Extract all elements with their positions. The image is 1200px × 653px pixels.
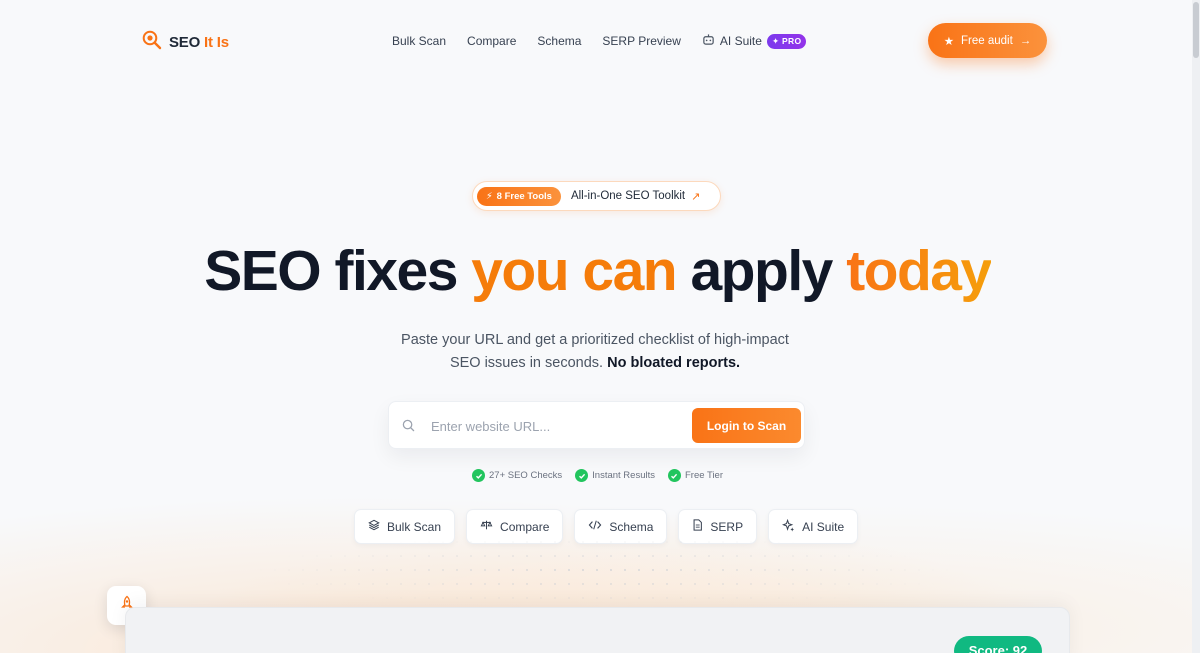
nav-ai-suite-label: AI Suite (719, 34, 762, 48)
feature-checks: 27+ SEO Checks Instant Results Free Tier (0, 469, 1195, 482)
brand-name: SEO It Is (169, 34, 229, 51)
report-preview-card (125, 607, 1070, 653)
magnifier-logo-icon (142, 30, 162, 55)
hero-subtitle-bold: No bloated reports. (607, 355, 741, 371)
check-label: Instant Results (592, 470, 655, 481)
scrollbar[interactable] (1192, 0, 1200, 653)
brand-logo[interactable]: SEO It Is (142, 30, 229, 55)
check-icon (472, 469, 485, 482)
code-icon (588, 519, 602, 534)
check-icon (667, 469, 681, 482)
sparkles-icon (782, 518, 795, 535)
robot-icon (702, 33, 715, 49)
nav-ai-suite[interactable]: AI Suite ✦ PRO (702, 33, 807, 49)
tool-chip-label: AI Suite (802, 519, 845, 534)
tool-chip-label: Compare (500, 519, 550, 534)
arrow-up-right-icon: ↗ (691, 190, 701, 203)
toolkit-pill-text: All-in-One SEO Toolkit ↗ (571, 190, 700, 203)
free-audit-button[interactable]: ★ Free audit → (928, 23, 1047, 58)
site-header: SEO It Is Bulk Scan Compare Schema SERP … (0, 0, 1200, 82)
main-nav: Bulk Scan Compare Schema SERP Preview AI… (392, 33, 807, 49)
toolkit-pill-label: All-in-One SEO Toolkit (570, 190, 686, 202)
score-badge: Score: 92 (954, 636, 1042, 653)
free-audit-label: Free audit (961, 34, 1013, 47)
hero-subtitle: Paste your URL and get a prioritized che… (395, 329, 795, 375)
nav-bulk-scan[interactable]: Bulk Scan (392, 34, 446, 48)
document-icon (692, 519, 703, 534)
check-item: 27+ SEO Checks (472, 469, 562, 482)
layers-icon (368, 519, 380, 534)
nav-compare[interactable]: Compare (467, 34, 516, 48)
nav-schema[interactable]: Schema (537, 34, 581, 48)
free-tools-tag-label: 8 Free Tools (496, 190, 552, 202)
star-icon: ★ (943, 35, 955, 48)
tool-chip-label: Bulk Scan (387, 519, 442, 534)
arrow-right-icon: → (1019, 34, 1032, 47)
dotted-decoration (240, 535, 960, 610)
url-search-box: Login to Scan (388, 401, 805, 449)
hero-title: SEO fixes you can apply today (204, 239, 992, 303)
search-icon (402, 419, 415, 437)
tool-chip-label: SERP (710, 519, 744, 534)
check-item: Free Tier (667, 469, 723, 482)
nav-serp-preview[interactable]: SERP Preview (602, 34, 680, 48)
check-label: 27+ SEO Checks (489, 470, 563, 481)
check-label: Free Tier (684, 470, 723, 481)
free-tools-tag: ⚡ 8 Free Tools (477, 186, 561, 206)
lightning-icon: ⚡ (486, 190, 493, 202)
scale-icon (480, 519, 493, 534)
tool-chip-label: Schema (609, 519, 654, 534)
scrollbar-thumb[interactable] (1193, 2, 1199, 58)
toolkit-pill[interactable]: ⚡ 8 Free Tools All-in-One SEO Toolkit ↗ (472, 181, 721, 211)
login-to-scan-button[interactable]: Login to Scan (692, 408, 801, 443)
url-input[interactable] (431, 411, 671, 441)
check-item: Instant Results (575, 469, 655, 482)
check-icon (575, 469, 589, 482)
pro-badge: ✦ PRO (766, 33, 807, 49)
